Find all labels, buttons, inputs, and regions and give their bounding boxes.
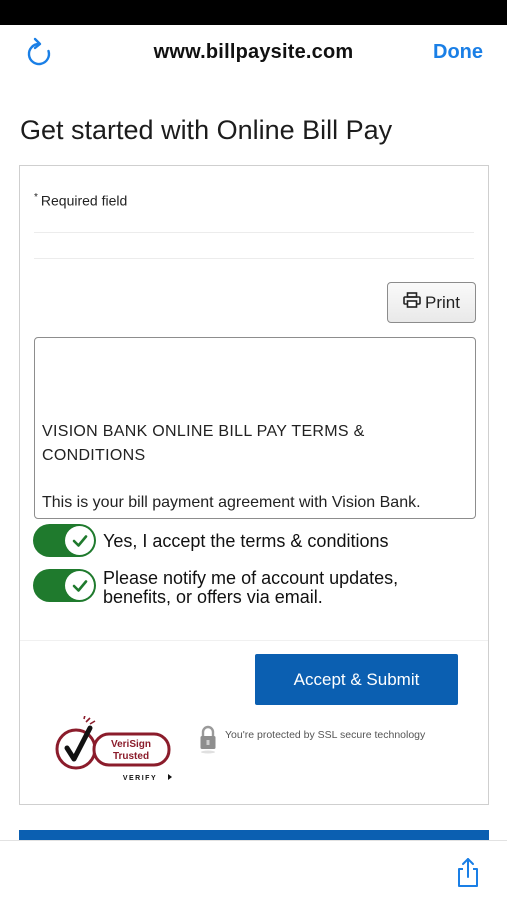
browser-toolbar (0, 840, 507, 900)
verisign-line2: Trusted (113, 751, 149, 762)
email-notify-row: Please notify me of account updates, ben… (33, 569, 423, 607)
print-button[interactable]: Print (387, 282, 476, 323)
divider (20, 640, 488, 641)
check-icon (65, 526, 94, 555)
required-marker: * (34, 192, 38, 203)
print-label: Print (425, 292, 460, 312)
email-notify-label: Please notify me of account updates, ben… (103, 568, 399, 607)
bill-pay-form-card: * Required field Print VISION BANK ONLINE… (19, 165, 489, 805)
required-field-note: * Required field (34, 192, 127, 209)
check-icon (65, 571, 94, 600)
lock-icon (199, 724, 217, 759)
accept-terms-toggle[interactable] (33, 524, 96, 557)
accept-terms-label: Yes, I accept the terms & conditions (103, 531, 389, 551)
terms-heading: VISION BANK ONLINE BILL PAY TERMS & COND… (42, 423, 365, 464)
printer-icon (403, 292, 421, 313)
share-icon[interactable] (455, 857, 481, 894)
verisign-trusted-seal[interactable]: VeriSign Trusted VERIFY (54, 714, 174, 786)
browser-nav-bar: www.billpaysite.com Done (0, 25, 507, 81)
email-notify-toggle[interactable] (33, 569, 96, 602)
verisign-verify: VERIFY (123, 775, 157, 782)
done-button[interactable]: Done (433, 41, 483, 64)
url-display[interactable]: www.billpaysite.com (0, 41, 507, 64)
accept-terms-row: Yes, I accept the terms & conditions (33, 524, 389, 557)
divider (34, 232, 474, 233)
verisign-line1: VeriSign (111, 739, 151, 750)
ssl-protection-text: You're protected by SSL secure technolog… (225, 729, 426, 741)
required-field-label: Required field (40, 192, 128, 209)
terms-scroll-box[interactable]: VISION BANK ONLINE BILL PAY TERMS & COND… (34, 337, 476, 519)
status-bar (0, 0, 507, 25)
page-title: Get started with Online Bill Pay (20, 115, 393, 145)
accept-submit-button[interactable]: Accept & Submit (255, 654, 458, 705)
divider (34, 258, 474, 259)
terms-body-text: This is your bill payment agreement with… (42, 494, 421, 511)
